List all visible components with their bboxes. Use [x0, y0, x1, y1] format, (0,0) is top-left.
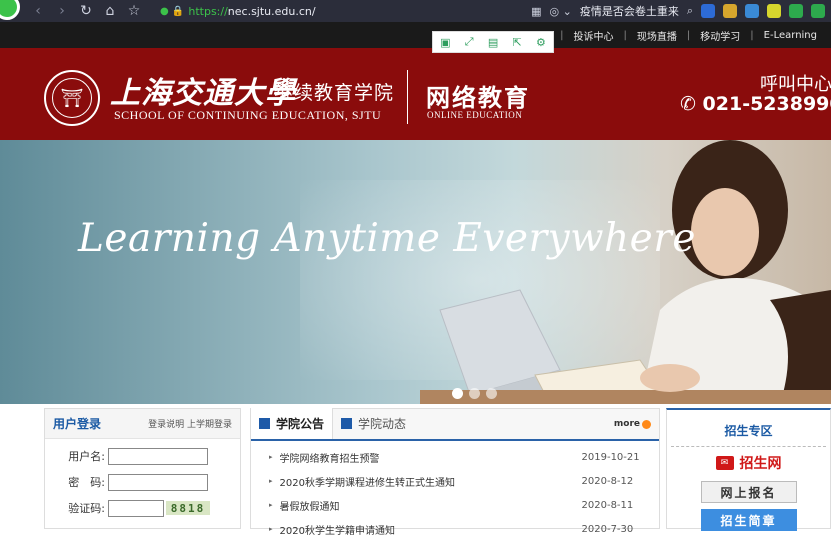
enrollment-panel: 招生专区 ✉ 招生网 网上报名 招生简章 — [666, 408, 831, 531]
notice-title[interactable]: 2020秋季学期课程进修生转正式生通知 — [280, 474, 582, 489]
lock-icon: ● 🔒 — [160, 5, 185, 17]
hero-banner: Learning Anytime Everywhere — [0, 140, 831, 404]
login-title: 用户登录 — [53, 417, 102, 431]
more-link[interactable]: more — [614, 419, 651, 429]
carousel-dot[interactable] — [486, 388, 497, 399]
university-name-cn: 上海交通大學 — [110, 76, 296, 111]
header-divider — [407, 70, 408, 124]
university-seal-logo[interactable]: ⛩ — [44, 70, 100, 126]
more-arrow-icon — [642, 419, 651, 429]
nav-live[interactable]: 现场直播 — [627, 28, 687, 43]
notice-date: 2020-8-12 — [581, 475, 634, 487]
url-scheme: https:// — [188, 4, 228, 18]
login-panel: 用户登录 登录说明 上学期登录 用户名: 密 码: 验证码: 8818 — [44, 408, 241, 529]
login-help-links[interactable]: 登录说明 上学期登录 — [148, 417, 232, 430]
tab-announcements[interactable]: 学院公告 — [251, 408, 334, 439]
username-label: 用户名: — [68, 450, 105, 463]
extension-leaf-icon[interactable] — [789, 4, 803, 18]
nav-complaints[interactable]: 投诉中心 — [564, 28, 624, 43]
refresh-icon[interactable]: ↻ — [74, 3, 98, 19]
captcha-input[interactable] — [108, 499, 164, 517]
back-icon[interactable]: ‹ — [26, 3, 50, 19]
url-host: nec.sjtu.edu.cn/ — [227, 4, 316, 18]
notice-date: 2020-8-11 — [581, 499, 634, 511]
extension-image-icon[interactable] — [767, 4, 781, 18]
extension-triangle-icon[interactable] — [745, 4, 759, 18]
search-box[interactable]: 疫情是否会卷土重来 — [580, 3, 679, 19]
carousel-dots — [452, 388, 497, 399]
notice-title[interactable]: 暑假放假通知 — [280, 498, 582, 513]
tab-news-label: 学院动态 — [358, 417, 407, 431]
list-item[interactable]: ▸ 2020秋季学期课程进修生转正式生通知 2020-8-12 — [269, 469, 659, 493]
bookmark-star-icon[interactable]: ☆ — [122, 3, 146, 19]
username-input[interactable] — [108, 447, 208, 465]
college-name-en: SCHOOL OF CONTINUING EDUCATION, SJTU — [114, 108, 382, 122]
captcha-label: 验证码: — [68, 502, 105, 515]
online-education-en: ONLINE EDUCATION — [427, 110, 523, 120]
notice-date: 2020-7-30 — [581, 523, 634, 535]
notice-title[interactable]: 学院网络教育招生预警 — [280, 450, 582, 465]
home-icon[interactable]: ⌂ — [98, 3, 122, 19]
compat-mode-icon[interactable]: ◎ ⌄ — [550, 5, 572, 18]
banner-tagline: Learning Anytime Everywhere — [78, 216, 696, 261]
more-label: more — [613, 419, 640, 429]
browser-logo — [0, 0, 26, 22]
screenshot-toolbar: ▣ ⤢ ▤ ⇱ ⚙ — [432, 31, 554, 53]
notice-title[interactable]: 2020秋学生学籍申请通知 — [280, 522, 582, 537]
tab-announcements-label: 学院公告 — [276, 417, 325, 431]
extension-chart-icon[interactable] — [701, 4, 715, 18]
carousel-dot[interactable] — [452, 388, 463, 399]
call-center-phone: ✆ 021-52389900 — [680, 93, 831, 115]
banner-illustration — [420, 140, 831, 404]
notice-panel: 学院公告 学院动态 more ▸ 学院网络教育招生预警 2019-10-21 ▸ 20… — [250, 408, 660, 537]
nav-mobile[interactable]: 移动学习 — [690, 28, 750, 43]
admissions-site-label: 招生网 — [739, 456, 782, 472]
browser-toolbar: ‹ › ↻ ⌂ ☆ ● 🔒 https:// nec.sjtu.edu.cn/ … — [0, 0, 831, 22]
online-education-cn: 网络教育 — [426, 84, 530, 112]
search-icon[interactable]: ⌕ — [687, 4, 693, 18]
password-label: 密 码: — [68, 476, 105, 489]
save-icon[interactable]: ▤ — [488, 36, 498, 49]
content-area: 用户登录 登录说明 上学期登录 用户名: 密 码: 验证码: 8818 学院公告… — [0, 404, 831, 537]
settings-gear-icon[interactable]: ⚙ — [536, 36, 546, 49]
tab-news[interactable]: 学院动态 — [333, 408, 414, 439]
nav-elearning[interactable]: E-Learning — [754, 30, 827, 41]
square-icon — [259, 418, 270, 429]
crop-icon[interactable]: ▣ — [440, 36, 450, 49]
extension-scissors-icon[interactable] — [811, 4, 825, 18]
brochure-button[interactable]: 招生简章 — [700, 509, 797, 531]
share-icon[interactable]: ⇱ — [513, 36, 522, 49]
envelope-icon: ✉ — [715, 456, 734, 470]
notice-date: 2019-10-21 — [581, 451, 640, 463]
grid-icon[interactable]: ▦ — [531, 5, 541, 18]
list-item[interactable]: ▸ 学院网络教育招生预警 2019-10-21 — [269, 445, 659, 469]
captcha-image[interactable]: 8818 — [166, 501, 210, 515]
address-bar[interactable]: ● 🔒 https:// nec.sjtu.edu.cn/ — [160, 5, 420, 18]
carousel-dot[interactable] — [469, 388, 480, 399]
password-input[interactable] — [108, 473, 208, 491]
admissions-site-button[interactable]: ✉ 招生网 — [700, 451, 798, 475]
list-item[interactable]: ▸ 2020秋学生学籍申请通知 2020-7-30 — [269, 517, 659, 541]
list-item[interactable]: ▸ 暑假放假通知 2020-8-11 — [269, 493, 659, 517]
enrollment-title: 招生专区 — [724, 424, 773, 438]
college-name-cn: 继续教育学院 — [274, 82, 395, 104]
online-apply-button[interactable]: 网上报名 — [700, 481, 797, 503]
top-nav: 首页| 投诉中心| 现场直播| 移动学习| E-Learning — [0, 22, 831, 48]
fullscreen-icon[interactable]: ⤢ — [465, 35, 474, 49]
square-icon — [341, 418, 353, 429]
site-header: ⛩ 上海交通大學 继续教育学院 SCHOOL OF CONTINUING EDU… — [0, 48, 831, 140]
extension-folder-icon[interactable] — [723, 4, 737, 18]
forward-icon[interactable]: › — [50, 3, 74, 19]
